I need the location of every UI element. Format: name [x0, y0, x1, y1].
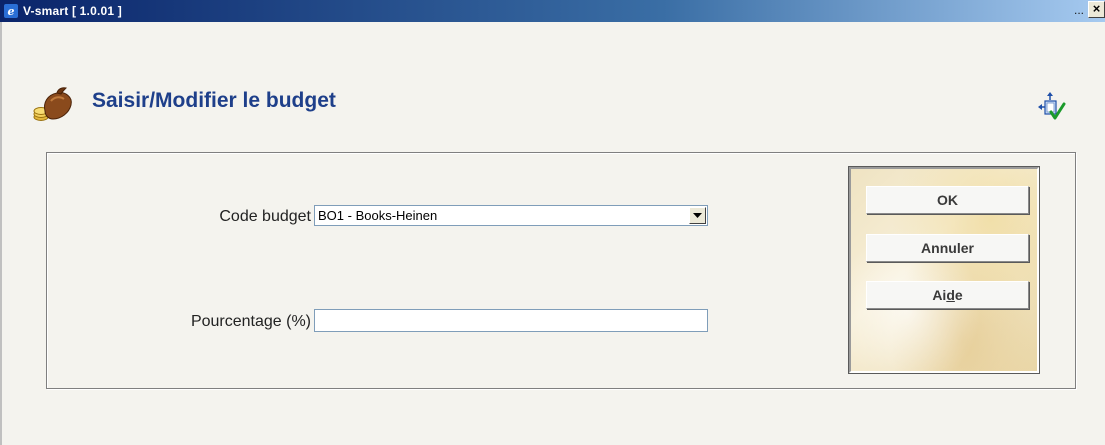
percentage-label: Pourcentage (%) [190, 313, 311, 330]
ok-button[interactable]: OK [866, 186, 1029, 214]
window-title-dots: ... [1073, 2, 1084, 17]
window-controls: ... × [1074, 1, 1105, 18]
code-budget-label: Code budget [219, 208, 311, 225]
help-label-suffix: e [954, 287, 963, 303]
window-left-edge [0, 22, 2, 445]
percentage-input[interactable] [314, 309, 708, 332]
help-button[interactable]: Aide [866, 281, 1029, 309]
adjust-check-icon[interactable] [1038, 92, 1066, 122]
svg-text:e: e [8, 5, 15, 18]
close-button[interactable]: × [1088, 1, 1105, 18]
window-titlebar[interactable]: e V-smart [ 1.0.01 ] ... × [0, 0, 1105, 22]
help-label-accesskey: d [946, 287, 955, 303]
help-label-prefix: Ai [932, 287, 947, 303]
app-e-icon: e [3, 3, 19, 19]
page-title: Saisir/Modifier le budget [92, 89, 336, 112]
chevron-down-icon[interactable] [689, 207, 706, 224]
money-bag-icon [31, 81, 77, 127]
code-budget-select[interactable]: BO1 - Books-Heinen [314, 205, 708, 226]
code-budget-value: BO1 - Books-Heinen [318, 208, 438, 223]
window-title: V-smart [ 1.0.01 ] [23, 4, 122, 18]
cancel-button[interactable]: Annuler [866, 234, 1029, 262]
